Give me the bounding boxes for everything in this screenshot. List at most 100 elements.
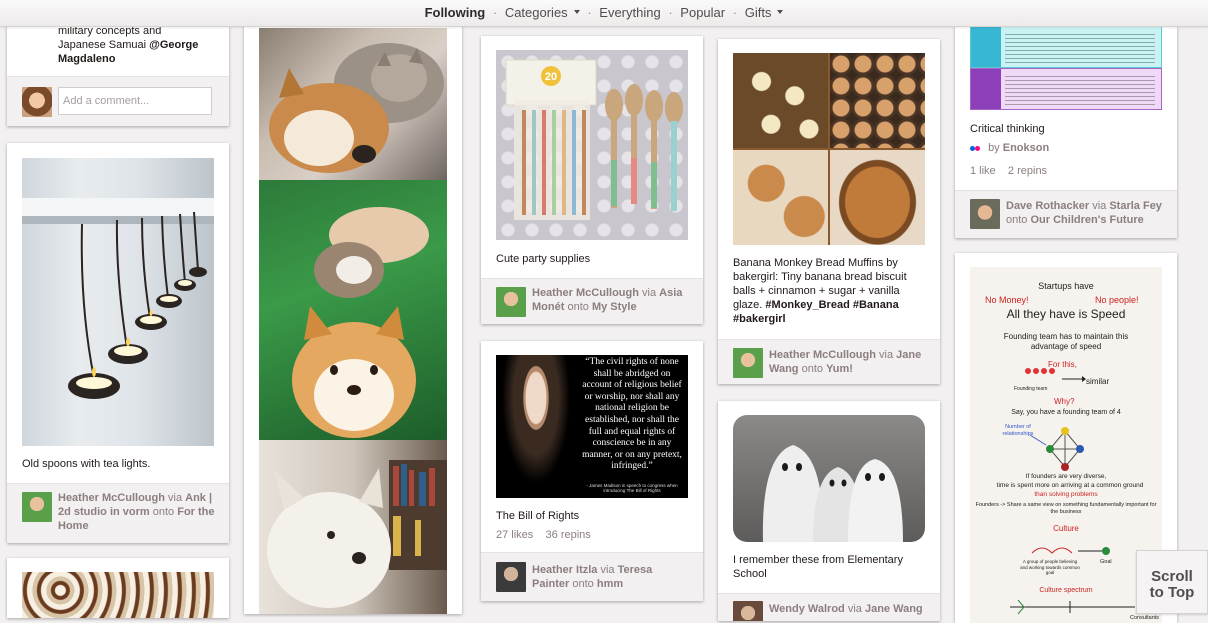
nav-categories[interactable]: Categories (505, 0, 580, 25)
onto-label: onto (152, 506, 175, 518)
pin-attribution: Heather McCullough via Jane Wang onto Yu… (718, 339, 940, 384)
repins-count[interactable]: 2 repins (1008, 165, 1047, 177)
avatar[interactable] (22, 87, 52, 117)
pin-description: Old spoons with tea lights. (22, 458, 151, 470)
via-label: via (847, 603, 862, 615)
board-name[interactable]: Our Children's Future (1030, 214, 1143, 226)
avatar[interactable] (733, 601, 763, 621)
avatar[interactable] (496, 287, 526, 317)
info-consultants: Consultants (1130, 615, 1160, 621)
pin-image[interactable] (259, 440, 447, 614)
board-name[interactable]: hmm (597, 578, 623, 590)
table-row-purple (970, 68, 1162, 110)
quote-attribution: - James Madison in speech to congress wh… (586, 483, 678, 493)
pin-attribution: Heather McCullough via Ank | 2d studio i… (7, 483, 229, 543)
nav-gifts[interactable]: Gifts (745, 0, 784, 25)
scroll-label-2: to Top (1149, 584, 1195, 601)
via-user[interactable]: Jane Wang (865, 603, 923, 615)
pin-description: military concepts and Japanese Samuai @G… (58, 24, 218, 66)
attribution-text: Heather Itzla via Teresa Painter onto hm… (532, 563, 692, 591)
board-name[interactable]: My Style (592, 301, 637, 313)
nav-separator: · (587, 5, 592, 20)
ghosts-illustration (762, 445, 903, 542)
pin-image[interactable] (22, 158, 214, 446)
pin-card: Critical thinking by Enokson 1 like 2 re… (955, 0, 1177, 238)
pin-image[interactable] (733, 53, 925, 245)
pin-card: 20 Cute party supplies Heather McCulloug… (481, 36, 703, 324)
avatar[interactable] (970, 199, 1000, 229)
pin-image[interactable]: 20 (496, 50, 688, 240)
cat-dog-illustration (269, 43, 444, 173)
table-row-teal (970, 26, 1162, 68)
pinner-name[interactable]: Heather McCullough (58, 492, 165, 504)
pin-source: by Enokson (970, 141, 1162, 155)
pin-card: Old spoons with tea lights. Heather McCu… (7, 143, 229, 543)
repins-count[interactable]: 36 repins (546, 529, 591, 541)
comment-area (7, 76, 229, 126)
via-user[interactable]: Starla Fey (1109, 200, 1162, 212)
pin-attribution: Heather Itzla via Teresa Painter onto hm… (481, 552, 703, 601)
board-name[interactable]: Yum! (826, 363, 853, 375)
info-time: time is spent more on arriving at a comm… (996, 482, 1144, 489)
likes-count[interactable]: 1 like (970, 165, 996, 177)
pinner-name[interactable]: Wendy Walrod (769, 603, 845, 615)
pinner-name[interactable]: Dave Rothacker (1006, 200, 1089, 212)
pin-attribution: Wendy Walrod via Jane Wang (718, 593, 940, 621)
pinner-name[interactable]: Heather Itzla (532, 564, 597, 576)
kitten-puppy-illustration (292, 207, 429, 438)
pinner-name[interactable]: Heather McCullough (769, 349, 876, 361)
onto-label: onto (801, 363, 824, 375)
avatar[interactable] (733, 348, 763, 378)
attribution-text: Heather McCullough via Ank | 2d studio i… (58, 491, 218, 533)
pin-card: Banana Monkey Bread Muffins by bakergirl… (718, 39, 940, 384)
dog-illustration (267, 460, 447, 608)
attribution-text: Dave Rothacker via Starla Fey onto Our C… (1006, 199, 1166, 227)
attribution-text: Heather McCullough via Asia Monét onto M… (532, 286, 692, 314)
pinner-name[interactable]: Heather McCullough (532, 287, 639, 299)
onto-label: onto (572, 578, 594, 590)
avatar[interactable] (496, 562, 526, 592)
package-badge: 20 (545, 71, 557, 83)
quote-text: “The civil rights of none shall be abrid… (582, 357, 682, 472)
pin-card: I remember these from Elementary School … (718, 401, 940, 621)
pin-image[interactable] (22, 572, 214, 618)
pin-stats: 1 like 2 repins (970, 165, 1047, 177)
scroll-to-top-button[interactable]: Scroll to Top (1136, 550, 1208, 614)
info-spectrum: Culture spectrum (1039, 587, 1093, 594)
nav-popular[interactable]: Popular (680, 0, 725, 25)
pin-card (7, 558, 229, 618)
desc-line: Japanese Samuai (58, 39, 147, 51)
nav-separator: · (732, 5, 738, 20)
nav-everything[interactable]: Everything (599, 0, 660, 25)
pin-description: Critical thinking (970, 123, 1045, 135)
muffin-tile (733, 150, 828, 245)
top-nav: Following · Categories · Everything · Po… (0, 0, 1208, 27)
via-label: via (879, 349, 894, 361)
nav-following[interactable]: Following (425, 0, 486, 25)
comment-input[interactable] (58, 87, 212, 115)
nav-separator: · (668, 5, 673, 20)
pin-image[interactable] (259, 180, 447, 440)
onto-label: onto (1006, 214, 1028, 226)
spoons-illustration (22, 198, 214, 399)
info-diverse: If founders are very diverse, (1025, 473, 1107, 480)
nav-separator: · (492, 5, 498, 20)
chevron-down-icon (573, 9, 580, 14)
pin-image[interactable] (970, 26, 1162, 110)
avatar[interactable] (22, 492, 52, 522)
pin-image[interactable]: “The civil rights of none shall be abrid… (496, 355, 688, 498)
portrait (496, 355, 576, 498)
pin-description: Cute party supplies (496, 253, 591, 265)
info-culture: Culture (1053, 524, 1079, 533)
attribution-text: Heather McCullough via Jane Wang onto Yu… (769, 348, 929, 376)
likes-count[interactable]: 27 likes (496, 529, 533, 541)
pin-image[interactable] (259, 28, 447, 180)
info-founders: Founders -> Share a same view on somethi… (975, 502, 1157, 515)
muffin-tile (830, 150, 925, 245)
nav-categories-label: Categories (504, 5, 568, 20)
source-name[interactable]: Enokson (1003, 142, 1049, 154)
pin-image[interactable]: Startups have No Money! No people! All t… (970, 267, 1162, 623)
pin-attribution: Dave Rothacker via Starla Fey onto Our C… (955, 190, 1177, 238)
by-label: by (988, 142, 1000, 154)
pin-image[interactable] (733, 415, 925, 542)
